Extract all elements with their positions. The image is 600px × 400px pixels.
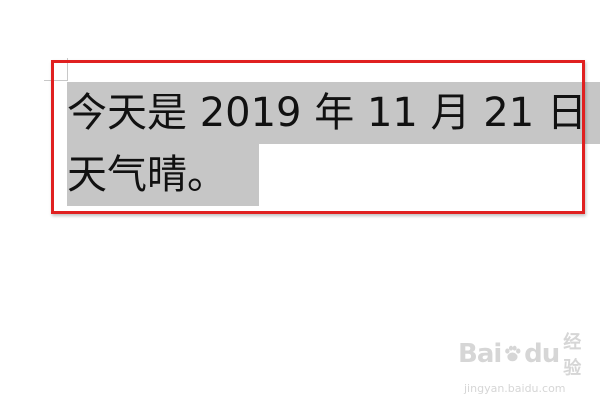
watermark-suffix: 经验	[563, 332, 581, 379]
paw-icon	[505, 345, 521, 362]
baidu-jingyan-watermark: Bai du 经验 jingyan.baidu.com	[458, 328, 588, 395]
annotation-highlight-box	[51, 60, 585, 214]
document-page: 今天是 2019 年 11 月 21 日 天气晴。 Bai du 经验 jing…	[0, 0, 600, 400]
watermark-brand-left: Bai	[458, 339, 502, 369]
watermark-brand-right: du	[524, 339, 560, 369]
watermark-url: jingyan.baidu.com	[464, 382, 566, 395]
watermark-logo: Bai du 经验	[458, 328, 588, 380]
